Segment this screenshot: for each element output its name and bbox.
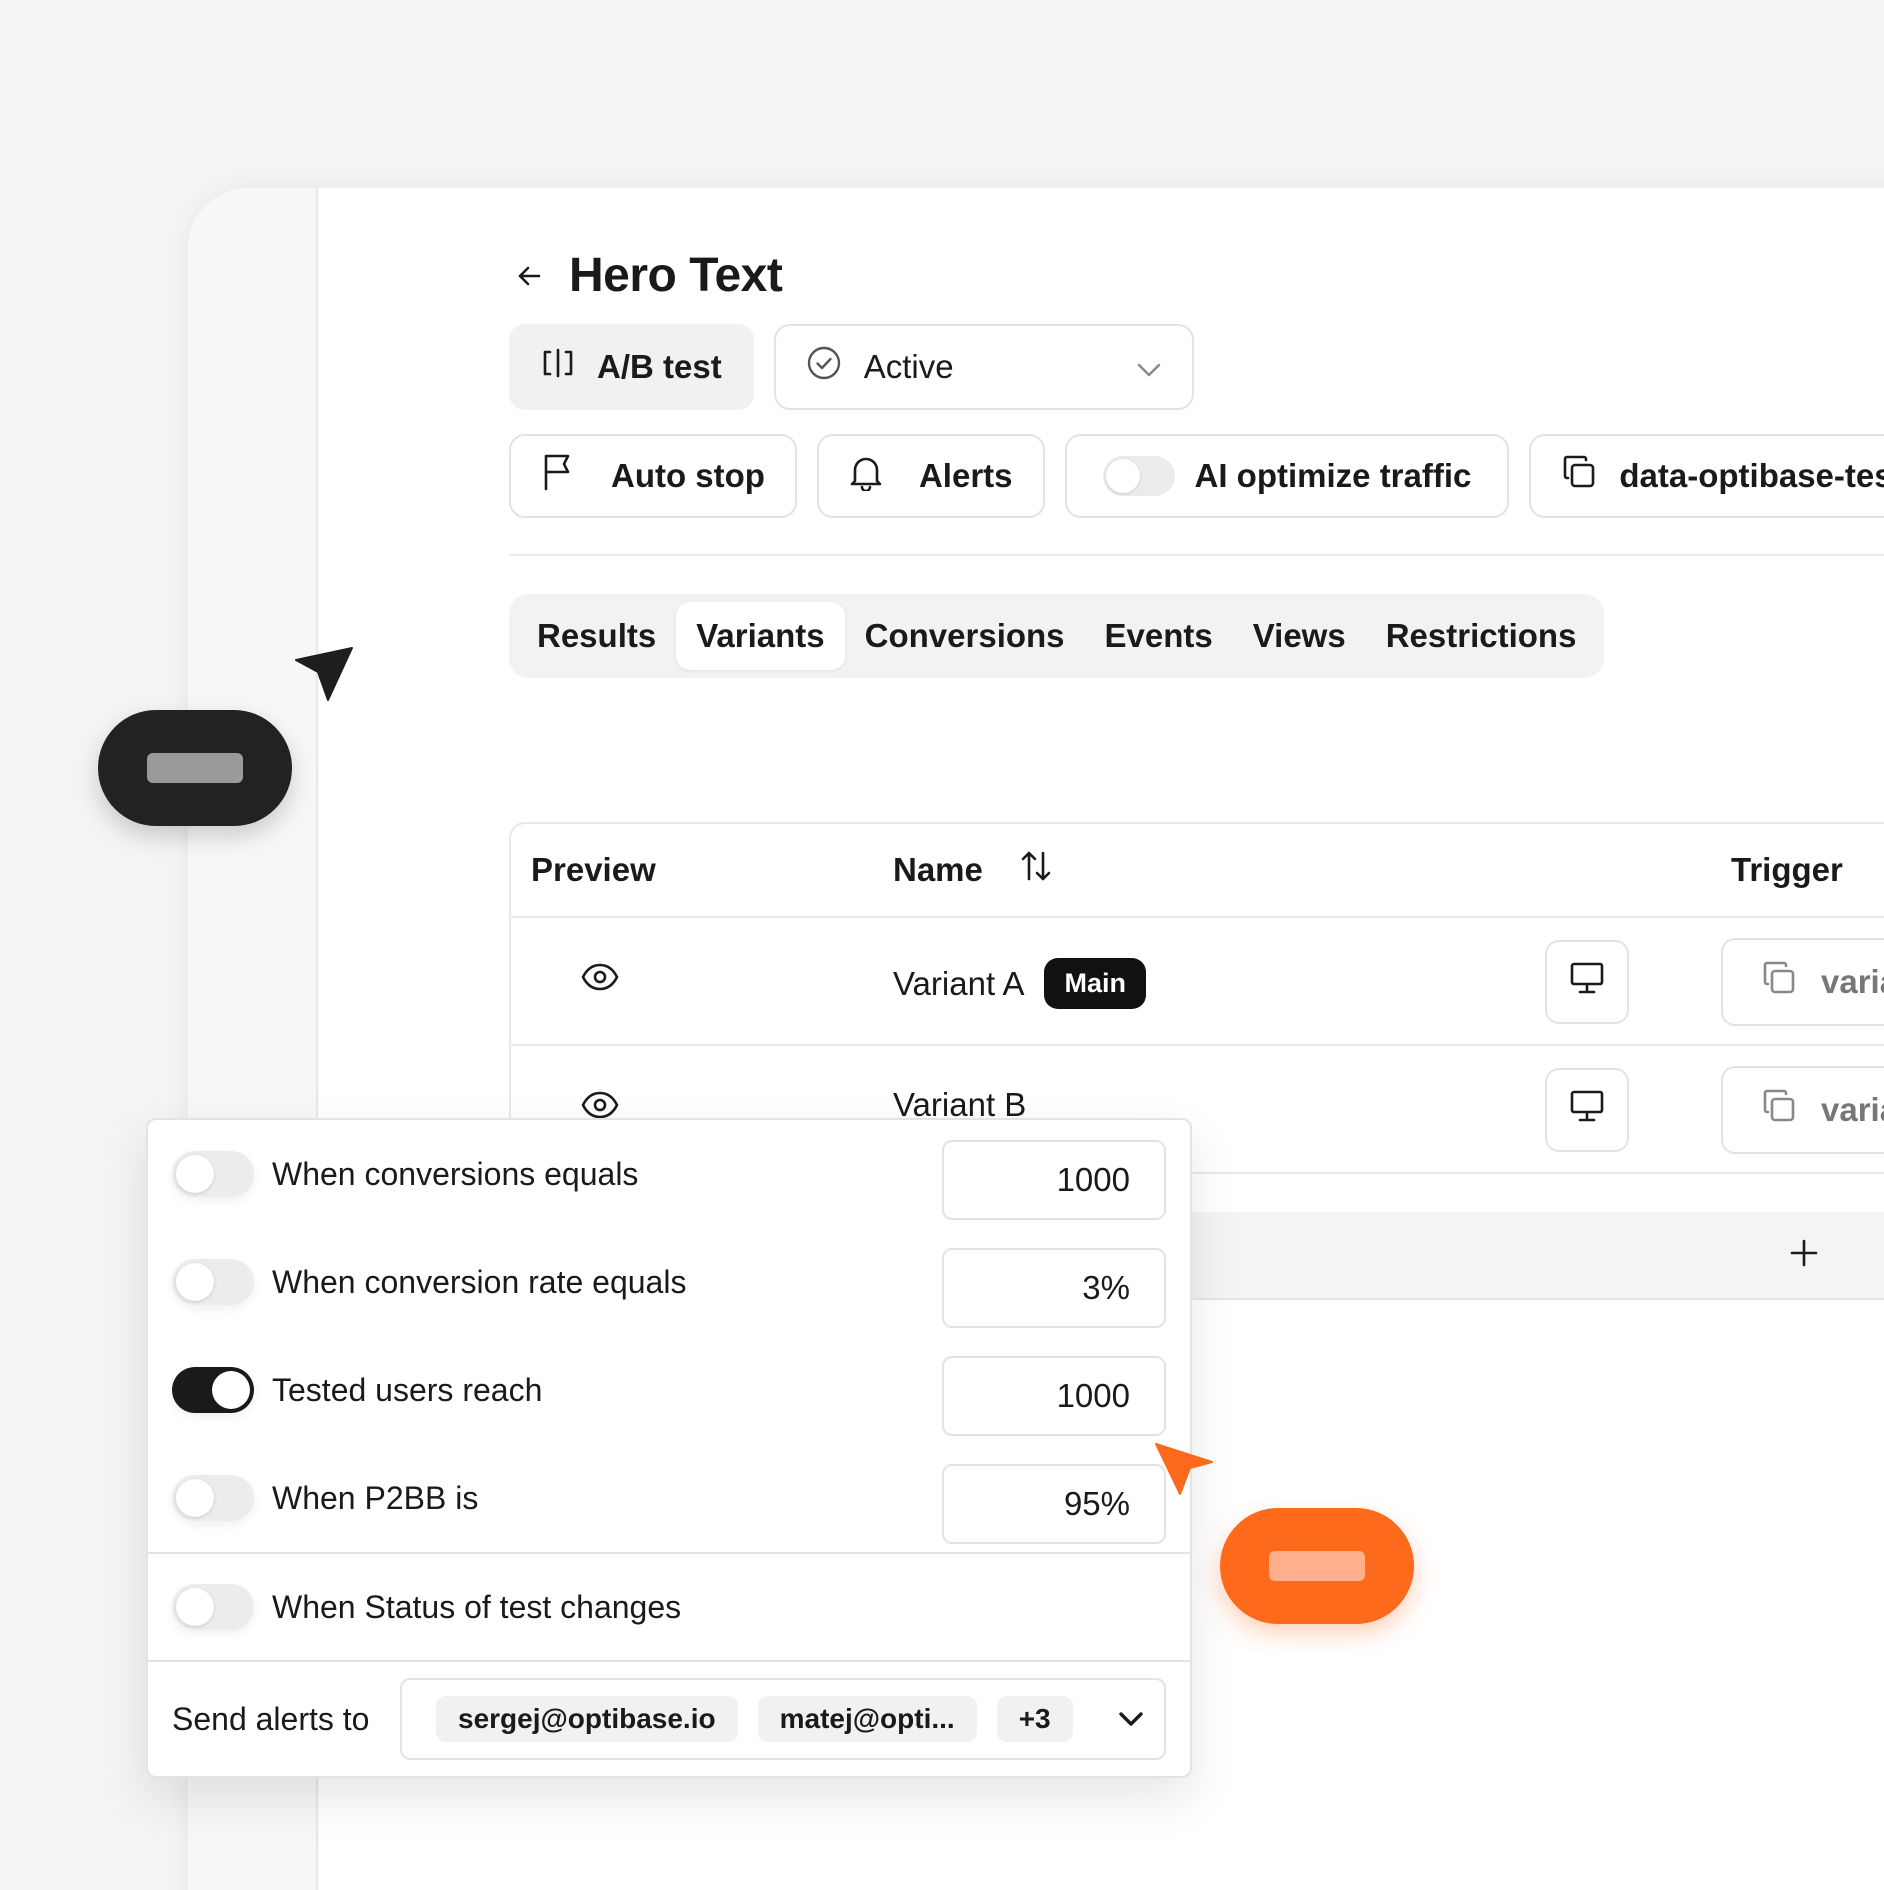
- ab-split-icon: [541, 348, 575, 386]
- eye-icon[interactable]: [581, 962, 619, 1000]
- alert-rule-p2bb: When P2BB is 95%: [148, 1444, 1190, 1552]
- column-header-name-label: Name: [893, 851, 983, 888]
- alert-rule-label: When P2BB is: [272, 1479, 479, 1516]
- ai-optimize-label: AI optimize traffic: [1194, 457, 1472, 494]
- trigger-value: variant_b: [1821, 1091, 1884, 1128]
- collaborator-cursor-tag: [1220, 1508, 1414, 1624]
- alerts-label: Alerts: [918, 457, 1013, 494]
- monitor-icon: [1569, 961, 1605, 1003]
- alert-rule-conversions: When conversions equals 1000: [148, 1120, 1190, 1228]
- tab-views[interactable]: Views: [1233, 602, 1366, 670]
- alert-rule-toggle[interactable]: [172, 1151, 254, 1197]
- table-header: Preview Name Trigger: [511, 824, 1884, 918]
- back-arrow-icon[interactable]: [509, 256, 549, 296]
- copy-snippet-button[interactable]: data-optibase-test-id="p: [1529, 434, 1884, 518]
- sort-icon[interactable]: [1019, 849, 1053, 891]
- alert-rule-value-input[interactable]: 95%: [942, 1464, 1166, 1544]
- alert-rule-value-input[interactable]: 1000: [942, 1140, 1166, 1220]
- desktop-preview-button[interactable]: [1545, 940, 1629, 1024]
- alert-rule-label: Tested users reach: [272, 1371, 543, 1408]
- alert-rule-status-change: When Status of test changes: [148, 1552, 1190, 1660]
- tab-events[interactable]: Events: [1085, 602, 1233, 670]
- check-circle-icon: [806, 345, 842, 389]
- cursor-arrow-icon: [1154, 1442, 1214, 1507]
- alerts-popover: When conversions equals 1000 When conver…: [146, 1118, 1192, 1778]
- chevron-down-icon[interactable]: [1118, 1710, 1144, 1728]
- tab-results[interactable]: Results: [517, 602, 676, 670]
- plus-icon[interactable]: [1789, 1238, 1819, 1273]
- column-header-name[interactable]: Name: [893, 849, 1053, 891]
- tab-conversions[interactable]: Conversions: [845, 602, 1085, 670]
- status-select[interactable]: Active: [773, 324, 1194, 410]
- copy-icon: [1561, 454, 1597, 498]
- copy-icon: [1761, 960, 1797, 1004]
- alert-rule-toggle[interactable]: [172, 1259, 254, 1305]
- send-alerts-row: Send alerts to sergej@optibase.io matej@…: [148, 1660, 1190, 1776]
- alert-rule-value-input[interactable]: 3%: [942, 1248, 1166, 1328]
- monitor-icon: [1569, 1089, 1605, 1131]
- main-badge: Main: [1044, 958, 1146, 1009]
- trigger-copy-button[interactable]: variant_a: [1721, 938, 1884, 1026]
- alert-rule-toggle[interactable]: [172, 1367, 254, 1413]
- auto-stop-label: Auto stop: [611, 457, 765, 494]
- test-type-label: A/B test: [597, 348, 722, 385]
- page-title: Hero Text: [569, 249, 783, 302]
- status-value: Active: [863, 348, 954, 385]
- alert-rule-label: When Status of test changes: [272, 1588, 682, 1625]
- column-header-preview: Preview: [531, 851, 656, 888]
- auto-stop-button[interactable]: Auto stop: [509, 434, 797, 518]
- trigger-value: variant_a: [1821, 963, 1884, 1000]
- table-row: Variant A Main variant_a: [511, 918, 1884, 1046]
- alert-rule-toggle[interactable]: [172, 1475, 254, 1521]
- page-header: Hero Text: [509, 248, 783, 303]
- ai-optimize-button[interactable]: AI optimize traffic: [1064, 434, 1510, 518]
- flag-icon: [541, 453, 575, 499]
- recipient-chip[interactable]: sergej@optibase.io: [436, 1696, 738, 1742]
- alert-rule-value-input[interactable]: 1000: [942, 1356, 1166, 1436]
- tab-bar: Results Variants Conversions Events View…: [509, 594, 1605, 678]
- desktop-preview-button[interactable]: [1545, 1068, 1629, 1152]
- column-header-trigger: Trigger: [1731, 851, 1843, 888]
- ai-optimize-toggle[interactable]: [1102, 456, 1175, 496]
- send-alerts-label: Send alerts to: [172, 1700, 370, 1737]
- variant-name: Variant A: [893, 964, 1025, 1002]
- snippet-text: data-optibase-test-id="p: [1619, 457, 1884, 494]
- trigger-copy-button[interactable]: variant_b: [1721, 1066, 1884, 1154]
- bell-icon: [849, 453, 883, 499]
- test-type-chip: A/B test: [509, 324, 754, 410]
- tab-restrictions[interactable]: Restrictions: [1366, 602, 1597, 670]
- recipients-select[interactable]: sergej@optibase.io matej@opti... +3: [400, 1678, 1166, 1760]
- alerts-button[interactable]: Alerts: [816, 434, 1045, 518]
- alert-rule-toggle[interactable]: [172, 1584, 254, 1630]
- alert-rule-label: When conversion rate equals: [272, 1263, 687, 1300]
- tab-variants[interactable]: Variants: [676, 602, 845, 670]
- alert-rule-label: When conversions equals: [272, 1155, 639, 1192]
- divider: [509, 554, 1884, 556]
- alert-rule-conversion-rate: When conversion rate equals 3%: [148, 1228, 1190, 1336]
- more-recipients-chip[interactable]: +3: [996, 1696, 1073, 1742]
- chevron-down-icon: [1136, 348, 1162, 386]
- cursor-arrow-icon: [294, 646, 354, 711]
- recipient-chip[interactable]: matej@opti...: [757, 1696, 977, 1742]
- alert-rule-tested-users: Tested users reach 1000: [148, 1336, 1190, 1444]
- copy-icon: [1761, 1088, 1797, 1132]
- collaborator-cursor-tag: [98, 710, 292, 826]
